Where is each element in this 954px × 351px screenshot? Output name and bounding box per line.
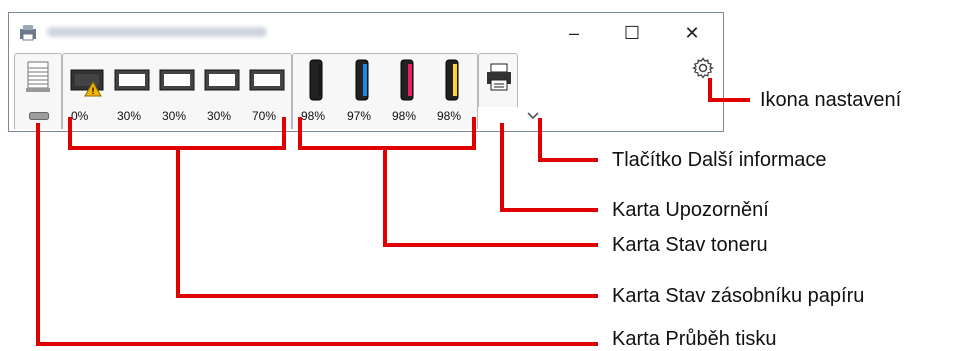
callout-line-progress xyxy=(36,123,598,346)
callout-print-progress-tab: Karta Průběh tisku xyxy=(612,328,777,350)
callout-line-paper-bracket xyxy=(68,117,286,150)
callout-toner-tab: Karta Stav toneru xyxy=(612,234,768,256)
callout-line-paper xyxy=(176,148,598,298)
callout-line-alert xyxy=(500,123,598,212)
callout-line-settings xyxy=(708,78,750,102)
callout-more-info-button: Tlačítko Další informace xyxy=(612,149,827,171)
callout-alert-tab: Karta Upozornění xyxy=(612,199,769,221)
callout-paper-tab: Karta Stav zásobníku papíru xyxy=(612,285,865,307)
callout-line-toner-bracket xyxy=(298,117,476,150)
callout-line-toner xyxy=(383,148,598,247)
callout-settings-icon: Ikona nastavení xyxy=(760,89,902,111)
callout-line-more-info xyxy=(538,118,598,162)
